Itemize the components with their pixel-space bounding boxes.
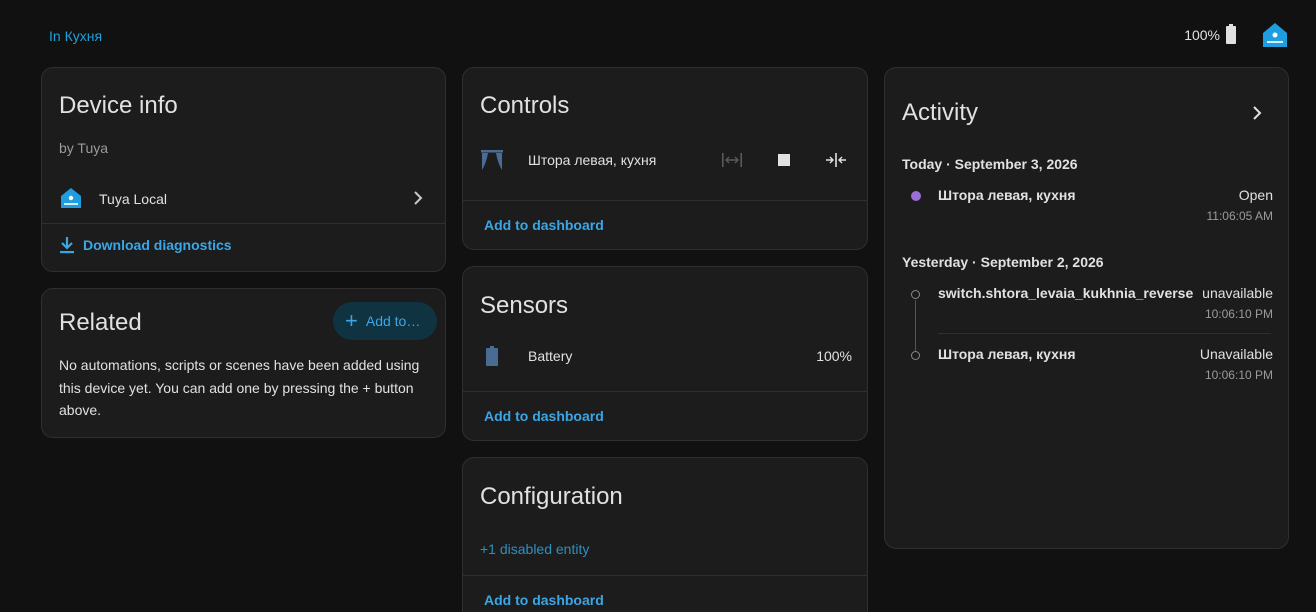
integration-label: Tuya Local xyxy=(99,191,167,207)
device-info-card: Device info by Tuya Tuya Local Download … xyxy=(41,67,446,272)
activity-day-heading: Today · September 3, 2026 xyxy=(902,156,1078,172)
related-card: Related + Add to… No automations, script… xyxy=(41,288,446,438)
activity-entry-time: 10:06:10 PM xyxy=(1204,368,1273,382)
related-empty-text: No automations, scripts or scenes have b… xyxy=(59,357,420,418)
state-dot-icon xyxy=(911,191,921,201)
disabled-entities-link[interactable]: +1 disabled entity xyxy=(480,541,589,557)
add-to-label: Add to… xyxy=(365,313,421,329)
battery-entity-row[interactable]: Battery 100% xyxy=(463,343,867,369)
tuya-local-logo-icon xyxy=(1263,23,1287,47)
activity-entry-state: Open xyxy=(1238,187,1273,203)
chevron-right-icon[interactable] xyxy=(1252,106,1262,120)
download-diagnostics-button[interactable]: Download diagnostics xyxy=(59,236,232,254)
device-info-title: Device info xyxy=(59,92,178,119)
activity-entry-time: 11:06:05 AM xyxy=(1206,209,1274,223)
add-to-button[interactable]: + Add to… xyxy=(333,302,437,340)
divider xyxy=(42,223,445,224)
download-icon xyxy=(60,237,74,254)
sensors-title: Sensors xyxy=(480,292,569,319)
activity-entry-state: unavailable xyxy=(1202,285,1273,301)
cover-entity-name: Штора левая, кухня xyxy=(528,152,657,168)
device-manufacturer: by Tuya xyxy=(59,140,109,156)
area-link[interactable]: In Кухня xyxy=(49,28,102,44)
activity-entry-time: 10:06:10 PM xyxy=(1204,307,1273,321)
cover-entity-row[interactable]: Штора левая, кухня xyxy=(463,145,867,175)
activity-entry-state: Unavailable xyxy=(1199,346,1273,362)
activity-entry-name: Штора левая, кухня xyxy=(938,346,1076,362)
chevron-right-icon xyxy=(414,191,423,205)
state-dot-icon xyxy=(911,290,920,299)
topbar-status: 100% xyxy=(1184,22,1288,48)
sensors-card: Sensors Battery 100% Add to dashboard xyxy=(462,266,868,441)
configuration-card: Configuration +1 disabled entity Add to … xyxy=(462,457,868,612)
activity-entry[interactable]: Штора левая, кухня Open 11:06:05 AM xyxy=(885,184,1288,226)
divider xyxy=(463,200,867,201)
battery-percent: 100% xyxy=(1184,27,1220,43)
activity-card: Activity Today · September 3, 2026 Штора… xyxy=(884,67,1289,549)
divider xyxy=(938,333,1271,334)
divider xyxy=(463,391,867,392)
activity-entry-name: Штора левая, кухня xyxy=(938,187,1076,203)
integration-row[interactable]: Tuya Local xyxy=(42,180,445,220)
activity-entry-name: switch.shtora_levaia_kukhnia_reverse xyxy=(938,285,1194,301)
download-diagnostics-label: Download diagnostics xyxy=(83,237,232,253)
battery-icon xyxy=(1226,24,1236,44)
controls-card: Controls Штора левая, кухня Add to dashb… xyxy=(462,67,868,250)
activity-title: Activity xyxy=(902,99,979,126)
activity-entry[interactable]: Штора левая, кухня Unavailable 10:06:10 … xyxy=(885,343,1288,391)
activity-day-heading: Yesterday · September 2, 2026 xyxy=(902,254,1104,270)
battery-icon xyxy=(486,346,498,366)
divider xyxy=(463,575,867,576)
stop-cover-icon[interactable] xyxy=(778,154,790,166)
sensors-add-to-dashboard-button[interactable]: Add to dashboard xyxy=(484,408,604,424)
related-title: Related xyxy=(59,309,142,336)
tuya-local-icon xyxy=(61,188,81,208)
plus-icon: + xyxy=(345,308,358,333)
battery-value: 100% xyxy=(816,348,852,364)
state-dot-icon xyxy=(911,351,920,360)
open-cover-icon[interactable] xyxy=(721,152,743,168)
controls-add-to-dashboard-button[interactable]: Add to dashboard xyxy=(484,217,604,233)
configuration-title: Configuration xyxy=(480,483,623,510)
activity-entry[interactable]: switch.shtora_levaia_kukhnia_reverse una… xyxy=(885,282,1288,330)
curtain-icon xyxy=(481,150,503,170)
controls-title: Controls xyxy=(480,92,570,119)
configuration-add-to-dashboard-button[interactable]: Add to dashboard xyxy=(484,592,604,608)
battery-label: Battery xyxy=(528,348,573,364)
close-cover-icon[interactable] xyxy=(825,152,847,168)
